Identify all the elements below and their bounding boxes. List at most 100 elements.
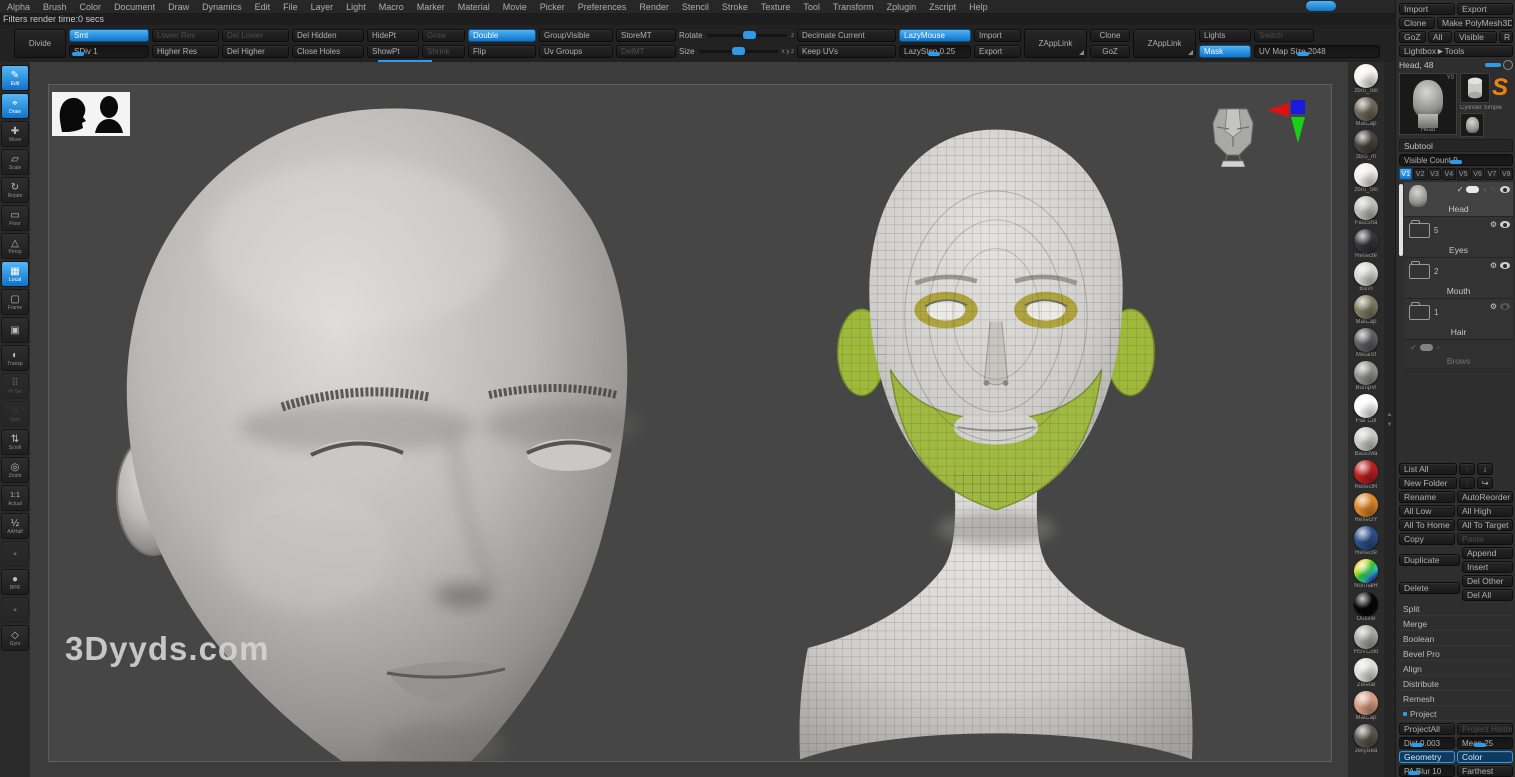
menu-scroll-indicator[interactable] bbox=[1306, 1, 1336, 11]
unknown-tool-button-2[interactable]: ▪ bbox=[1, 597, 29, 623]
camera-button[interactable]: ▣ bbox=[1, 317, 29, 343]
material-swatch[interactable]: FastSha bbox=[1354, 196, 1378, 227]
export-button[interactable]: Export bbox=[974, 45, 1021, 58]
split-section[interactable]: Split bbox=[1399, 603, 1513, 616]
keep-uvs-button[interactable]: Keep UVs bbox=[797, 45, 896, 58]
menu-item[interactable]: Color bbox=[80, 2, 102, 12]
axis-gizmo[interactable] bbox=[1267, 97, 1313, 153]
tool-mini-slider[interactable] bbox=[1485, 63, 1501, 67]
scroll-up-icon[interactable]: ▲ bbox=[1387, 412, 1393, 418]
check-icon[interactable]: ✓ bbox=[1457, 185, 1464, 194]
local-button[interactable]: ▦Local bbox=[1, 261, 29, 287]
tool-export-button[interactable]: Export bbox=[1457, 3, 1513, 15]
color-button[interactable]: Color bbox=[1457, 751, 1513, 763]
higher-res-button[interactable]: Higher Res bbox=[152, 45, 219, 58]
material-swatch[interactable]: MatCap bbox=[1354, 295, 1378, 326]
menu-item[interactable]: Layer bbox=[311, 2, 334, 12]
mask-button[interactable]: Mask bbox=[1199, 45, 1251, 58]
del-higher-button[interactable]: Del Higher bbox=[222, 45, 289, 58]
gear-icon[interactable]: ⚙ bbox=[1490, 302, 1497, 311]
new-folder-button[interactable]: New Folder bbox=[1399, 477, 1457, 489]
del-other-button[interactable]: Del Other bbox=[1462, 575, 1513, 587]
autoreorder-button[interactable]: AutoReorder bbox=[1457, 491, 1513, 503]
showpt-button[interactable]: ShowPt bbox=[367, 45, 419, 58]
append-button[interactable]: Append bbox=[1462, 547, 1513, 559]
material-scrollbar[interactable]: ▲ ▼ bbox=[1384, 62, 1395, 777]
del-hidden-button[interactable]: Del Hidden bbox=[292, 29, 364, 42]
distribute-section[interactable]: Distribute bbox=[1399, 678, 1513, 691]
frame-button[interactable]: ▢Frame bbox=[1, 289, 29, 315]
groupvisible-button[interactable]: GroupVisible bbox=[539, 29, 613, 42]
menu-item[interactable]: Brush bbox=[43, 2, 67, 12]
menu-item[interactable]: Dynamics bbox=[202, 2, 242, 12]
material-swatch[interactable]: JellyBea bbox=[1354, 724, 1378, 755]
material-swatch[interactable]: ZMetal bbox=[1354, 658, 1378, 689]
project-section[interactable]: Project bbox=[1399, 708, 1513, 721]
document-thumbnail[interactable] bbox=[52, 92, 130, 136]
menu-item[interactable]: File bbox=[283, 2, 298, 12]
goz-all-button[interactable]: All bbox=[1428, 31, 1452, 43]
merge-section[interactable]: Merge bbox=[1399, 618, 1513, 631]
pt-sel-button[interactable]: ⠿Pt Sel bbox=[1, 373, 29, 399]
cylinder-tool-thumbnail[interactable] bbox=[1460, 73, 1490, 103]
eye-icon[interactable] bbox=[1500, 221, 1510, 228]
bpr-button[interactable]: ●BPR bbox=[1, 569, 29, 595]
menu-item[interactable]: Picker bbox=[540, 2, 565, 12]
tool-clone-button[interactable]: Clone bbox=[1399, 17, 1435, 29]
scroll-button[interactable]: ⇅Scroll bbox=[1, 429, 29, 455]
menu-item[interactable]: Help bbox=[969, 2, 988, 12]
subtool-row-hair[interactable]: 1 ⚙ Hair bbox=[1404, 299, 1513, 340]
material-swatch[interactable]: MetalSf bbox=[1354, 328, 1378, 359]
menu-item[interactable]: Stroke bbox=[722, 2, 748, 12]
tool-import-button[interactable]: Import bbox=[1399, 3, 1455, 15]
menu-item[interactable]: Movie bbox=[503, 2, 527, 12]
project-all-button[interactable]: ProjectAll bbox=[1399, 723, 1455, 735]
subtool-row-head[interactable]: ✓ ● ✎ Head bbox=[1404, 182, 1513, 217]
all-high-button[interactable]: All High bbox=[1457, 505, 1513, 517]
unknown-tool-button-1[interactable]: ▪ bbox=[1, 541, 29, 567]
tab-v3[interactable]: V3 bbox=[1428, 168, 1441, 180]
bevel-pro-section[interactable]: Bevel Pro bbox=[1399, 648, 1513, 661]
check-icon[interactable]: ✓ bbox=[1410, 343, 1417, 352]
uv-map-size-slider[interactable]: UV Map Size 2048 bbox=[1254, 45, 1380, 58]
size-slider[interactable]: Sizex y z bbox=[679, 45, 794, 58]
material-swatch[interactable]: zbro_m bbox=[1354, 130, 1378, 161]
visibility-pill-icon[interactable] bbox=[1466, 186, 1479, 193]
boolean-section[interactable]: Boolean bbox=[1399, 633, 1513, 646]
material-swatch[interactable]: Blinn bbox=[1354, 262, 1378, 293]
zapplink-button[interactable]: ZAppLink bbox=[1024, 29, 1087, 58]
goz-r-button[interactable]: R bbox=[1499, 31, 1513, 43]
rename-button[interactable]: Rename bbox=[1399, 491, 1455, 503]
edit-button[interactable]: ✎Edit bbox=[1, 65, 29, 91]
grow-button[interactable]: Grow bbox=[422, 29, 465, 42]
subtool-row-mouth[interactable]: 2 ⚙ Mouth bbox=[1404, 258, 1513, 299]
menu-item[interactable]: Tool bbox=[803, 2, 820, 12]
material-swatch[interactable]: zbro_Ski bbox=[1354, 64, 1378, 95]
scroll-down-icon[interactable]: ▼ bbox=[1387, 422, 1393, 428]
tab-v2[interactable]: V2 bbox=[1413, 168, 1426, 180]
close-holes-button[interactable]: Close Holes bbox=[292, 45, 364, 58]
menu-item[interactable]: Macro bbox=[379, 2, 404, 12]
active-tool-thumbnail[interactable]: Y0 Head bbox=[1399, 73, 1457, 135]
tab-v1[interactable]: V1 bbox=[1399, 168, 1412, 180]
decimate-current-button[interactable]: Decimate Current bbox=[797, 29, 896, 42]
secondary-head-thumbnail[interactable] bbox=[1460, 113, 1484, 137]
eye-icon[interactable] bbox=[1500, 303, 1510, 310]
visible-count-slider[interactable]: Visible Count 9 bbox=[1399, 154, 1513, 166]
move-up-button-2[interactable]: ↑ bbox=[1459, 477, 1475, 489]
menu-item[interactable]: Transform bbox=[833, 2, 874, 12]
persp-button[interactable]: △Persp bbox=[1, 233, 29, 259]
all-to-home-button[interactable]: All To Home bbox=[1399, 519, 1455, 531]
material-swatch[interactable]: Flat Col bbox=[1354, 394, 1378, 425]
tab-v6[interactable]: V6 bbox=[1471, 168, 1484, 180]
all-low-button[interactable]: All Low bbox=[1399, 505, 1455, 517]
menu-item[interactable]: Zplugin bbox=[887, 2, 917, 12]
material-swatch[interactable]: BasicMa bbox=[1354, 427, 1378, 458]
shrink-button[interactable]: Shrink bbox=[422, 45, 465, 58]
transp-button[interactable]: ◐Transp bbox=[1, 345, 29, 371]
menu-item[interactable]: Edit bbox=[255, 2, 271, 12]
scale-button[interactable]: ▱Scale bbox=[1, 149, 29, 175]
menu-item[interactable]: Draw bbox=[168, 2, 189, 12]
goz-visible-button[interactable]: Visible bbox=[1454, 31, 1497, 43]
pa-blur-slider[interactable]: PA Blur 10 bbox=[1399, 765, 1455, 777]
